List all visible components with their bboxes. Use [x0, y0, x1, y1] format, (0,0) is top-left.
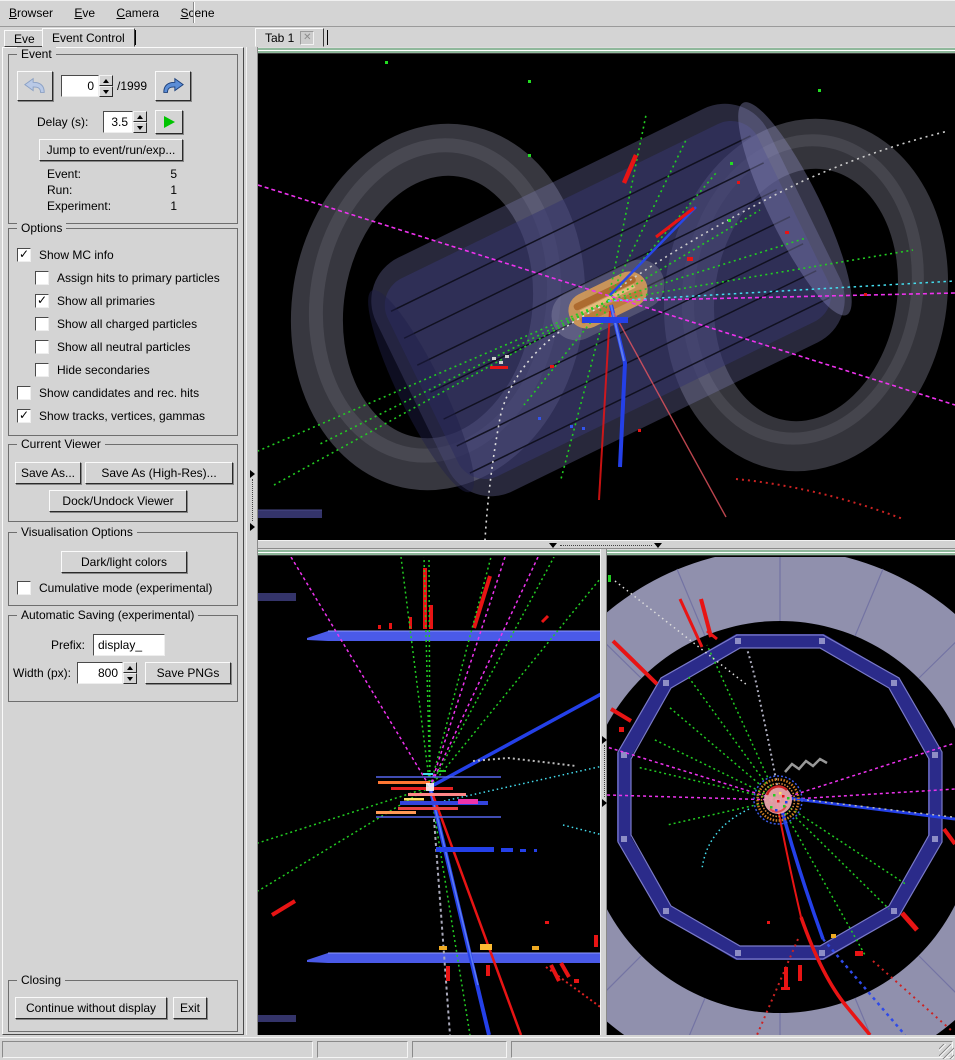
continue-without-display-button[interactable]: Continue without display [15, 997, 167, 1019]
back-arrow-icon [23, 76, 47, 96]
viewer-3d-front-scene[interactable] [607, 557, 955, 1035]
save-as-button[interactable]: Save As... [15, 462, 81, 484]
checkbox[interactable] [17, 248, 31, 262]
menubar-separator [193, 2, 195, 23]
statusbar [0, 1037, 955, 1060]
next-event-button[interactable] [155, 71, 191, 101]
current-viewer-group: Current Viewer Save As... Save As (High-… [8, 444, 238, 522]
prefix-input[interactable] [93, 634, 165, 656]
dark-light-colors-button[interactable]: Dark/light colors [61, 551, 187, 573]
splitter-dots [560, 545, 652, 546]
options-group: Options Show MC info Assign hits to prim… [8, 228, 238, 436]
play-button[interactable] [155, 110, 183, 134]
closing-group: Closing Continue without display Exit [8, 980, 238, 1032]
checkbox[interactable] [17, 386, 31, 400]
experiment-info-row: Experiment: 1 [9, 199, 237, 215]
menu-eve[interactable]: Eve [65, 0, 104, 25]
event-value: 5 [149, 167, 177, 181]
splitter-dots [604, 745, 605, 797]
run-info-row: Run: 1 [9, 183, 237, 199]
status-cell [412, 1041, 507, 1058]
visualisation-options-title: Visualisation Options [17, 525, 137, 539]
spin-down-icon[interactable] [123, 673, 137, 684]
width-spinner[interactable] [123, 662, 137, 684]
event-group-title: Event [17, 47, 56, 61]
delay-spinner[interactable] [133, 111, 147, 133]
automatic-saving-group: Automatic Saving (experimental) Prefix: … [8, 615, 238, 702]
checkbox[interactable] [17, 409, 31, 423]
resize-grip[interactable] [939, 1044, 954, 1059]
checkbox[interactable] [35, 317, 49, 331]
spin-up-icon[interactable] [99, 75, 113, 86]
viewer-header-bar [258, 47, 955, 55]
width-label: Width (px): [13, 666, 71, 680]
tab-divider [327, 30, 328, 45]
menu-browser[interactable]: Browser [0, 0, 62, 25]
event-control-panel: Event /1999 Delay (s): [2, 47, 244, 1035]
event-group: Event /1999 Delay (s): [8, 54, 238, 224]
options-group-title: Options [17, 221, 66, 235]
spin-down-icon[interactable] [133, 122, 147, 133]
viewer-header-bar [258, 549, 600, 557]
viewer-3d-side[interactable] [258, 549, 600, 1035]
viewer-3d-side-scene[interactable] [258, 557, 600, 1035]
prev-event-button[interactable] [17, 71, 53, 101]
checkbox[interactable] [35, 271, 49, 285]
workspace-tabbar: Tab 1 ✕ [250, 28, 955, 47]
experiment-value: 1 [149, 199, 177, 213]
save-pngs-button[interactable]: Save PNGs [145, 662, 231, 684]
status-cell [317, 1041, 408, 1058]
prefix-label: Prefix: [51, 638, 85, 652]
closing-title: Closing [17, 973, 65, 987]
viewer-3d-perspective-scene[interactable] [258, 55, 955, 540]
delay-input[interactable] [103, 111, 133, 133]
current-viewer-title: Current Viewer [17, 437, 105, 451]
sidebar-splitter[interactable] [246, 47, 258, 1035]
forward-arrow-icon [161, 76, 185, 96]
viewer-h-splitter[interactable] [258, 540, 955, 549]
spin-down-icon[interactable] [99, 86, 113, 97]
checkbox[interactable] [35, 340, 49, 354]
automatic-saving-title: Automatic Saving (experimental) [17, 608, 198, 622]
splitter-dots [252, 479, 253, 521]
delay-label: Delay (s): [37, 115, 88, 129]
menu-camera[interactable]: Camera [107, 0, 168, 25]
tab-event-control[interactable]: Event Control [42, 28, 135, 47]
save-as-highres-button[interactable]: Save As (High-Res)... [85, 462, 233, 484]
width-input[interactable] [77, 662, 123, 684]
dock-undock-button[interactable]: Dock/Undock Viewer [49, 490, 187, 512]
event-number-spinner[interactable] [99, 75, 113, 97]
event-total-label: /1999 [117, 79, 147, 93]
viewer-header-bar [607, 549, 955, 557]
viewer-3d-perspective[interactable] [258, 47, 955, 540]
checkbox[interactable] [35, 363, 49, 377]
tab-eve[interactable]: Eve [4, 30, 45, 47]
tab-divider [135, 30, 136, 45]
status-cell [511, 1041, 953, 1058]
visualisation-options-group: Visualisation Options Dark/light colors … [8, 532, 238, 606]
viewer-3d-front[interactable] [607, 549, 955, 1035]
sidebar-tabbar: Eve Event Control [2, 28, 246, 47]
checkbox[interactable] [35, 294, 49, 308]
menu-scene[interactable]: Scene [171, 0, 223, 25]
splitter-arrow-icon[interactable] [250, 523, 255, 531]
menubar: Browser Eve Camera Scene [0, 0, 955, 27]
close-tab-icon[interactable]: ✕ [300, 31, 314, 45]
spin-up-icon[interactable] [123, 662, 137, 673]
spin-up-icon[interactable] [133, 111, 147, 122]
checkbox[interactable] [17, 581, 31, 595]
run-value: 1 [149, 183, 177, 197]
splitter-arrow-icon[interactable] [654, 543, 662, 548]
viewer-v-splitter[interactable] [600, 549, 607, 1035]
exit-button[interactable]: Exit [173, 997, 207, 1019]
event-info-row: Event: 5 [9, 167, 237, 183]
play-icon [164, 116, 175, 128]
splitter-arrow-icon[interactable] [549, 543, 557, 548]
splitter-arrow-icon[interactable] [250, 470, 255, 478]
jump-to-event-button[interactable]: Jump to event/run/exp... [39, 139, 183, 161]
event-number-input[interactable] [61, 75, 99, 97]
tab-1[interactable]: Tab 1 ✕ [255, 28, 324, 47]
status-cell [2, 1041, 313, 1058]
event-display-window: Browser Eve Camera Scene Eve Event Contr… [0, 0, 955, 1060]
